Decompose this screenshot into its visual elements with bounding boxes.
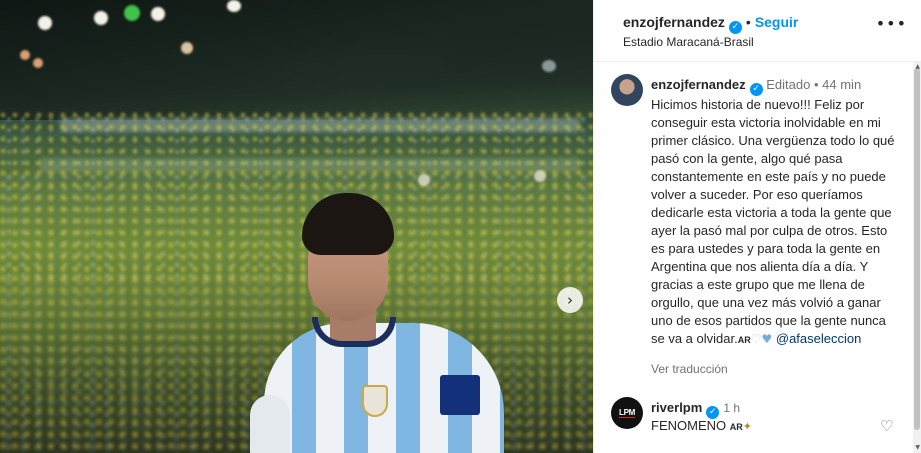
player-arm bbox=[250, 395, 290, 453]
stadium-light bbox=[151, 7, 165, 21]
follow-button[interactable]: Seguir bbox=[755, 14, 799, 30]
stadium-light bbox=[124, 5, 140, 21]
chevron-right-icon: › bbox=[567, 290, 573, 309]
magic-wand-emoji: ✦ bbox=[742, 420, 752, 433]
caption-time[interactable]: 44 min bbox=[822, 77, 861, 92]
crowd-blur bbox=[0, 112, 593, 172]
post-location[interactable]: Estadio Maracaná-Brasil bbox=[623, 35, 754, 49]
see-translation-link[interactable]: Ver traducción bbox=[651, 362, 728, 376]
caption-avatar[interactable] bbox=[611, 74, 643, 106]
stadium-light bbox=[181, 42, 193, 54]
light-blue-heart-emoji: ♥ bbox=[761, 332, 773, 346]
post-photo[interactable]: › bbox=[0, 0, 593, 453]
next-photo-button[interactable]: › bbox=[557, 287, 583, 313]
heart-outline-icon[interactable]: ♡ bbox=[880, 417, 893, 435]
comment-avatar-text: LPM bbox=[619, 408, 635, 418]
comment-text-line: FENOMENO AR✦ bbox=[651, 418, 752, 433]
caption-username[interactable]: enzojfernandez bbox=[651, 77, 746, 92]
stadium-light bbox=[534, 170, 546, 182]
stadium-light bbox=[227, 0, 241, 12]
header-username[interactable]: enzojfernandez bbox=[623, 14, 725, 30]
caption-text: Hicimos historia de nuevo!!! Feliz por c… bbox=[651, 97, 895, 346]
post-side-panel: enzojfernandez ✓ • Seguir Estadio Maracaná-… bbox=[593, 0, 921, 453]
more-options-icon[interactable]: ••• bbox=[876, 14, 907, 33]
comment-username[interactable]: riverlpm bbox=[651, 400, 702, 415]
sleeve-patch bbox=[440, 375, 480, 415]
stadium-light bbox=[33, 58, 43, 68]
argentina-flag-emoji: AR bbox=[729, 422, 743, 432]
scrollbar-thumb[interactable] bbox=[914, 68, 920, 430]
edited-label: Editado bbox=[766, 77, 811, 92]
header-separator: • bbox=[745, 14, 751, 30]
scroll-up-arrow-icon[interactable]: ▲ bbox=[915, 63, 920, 70]
white-heart-emoji: ♡ bbox=[750, 332, 762, 346]
caption-separator: • bbox=[813, 77, 819, 92]
afa-crest bbox=[362, 385, 388, 417]
stadium-light bbox=[94, 11, 108, 25]
comments-scroll-area[interactable]: enzojfernandez ✓ Editado • 44 min Hicimos… bbox=[594, 62, 921, 453]
comment-text: FENOMENO bbox=[651, 418, 727, 433]
mention-link[interactable]: @afaseleccion bbox=[776, 331, 861, 346]
scroll-down-arrow-icon[interactable]: ▼ bbox=[915, 444, 920, 451]
header-user-line: enzojfernandez ✓ • Seguir bbox=[623, 14, 798, 34]
argentina-flag-emoji: AR bbox=[737, 335, 751, 345]
post-header: enzojfernandez ✓ • Seguir Estadio Maracaná-… bbox=[594, 0, 921, 62]
comment-avatar[interactable]: LPM bbox=[611, 397, 643, 429]
stadium-roof bbox=[0, 0, 593, 120]
comment-user-line: riverlpm ✓ 1 h bbox=[651, 400, 740, 419]
player-figure bbox=[250, 185, 530, 453]
verified-badge-icon: ✓ bbox=[749, 83, 763, 96]
player-hair bbox=[302, 193, 394, 255]
stadium-light bbox=[20, 50, 30, 60]
verified-badge-icon: ✓ bbox=[728, 21, 742, 34]
stadium-light bbox=[38, 16, 52, 30]
post-caption: enzojfernandez ✓ Editado • 44 min Hicimos… bbox=[651, 76, 901, 349]
comment-time[interactable]: 1 h bbox=[723, 401, 740, 415]
stadium-light bbox=[542, 60, 556, 72]
